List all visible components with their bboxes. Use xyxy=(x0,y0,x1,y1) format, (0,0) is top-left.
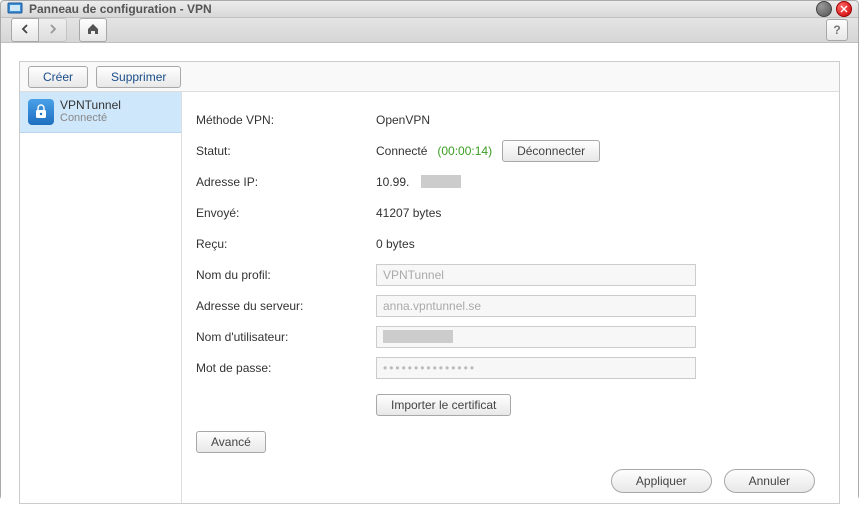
row-method: Méthode VPN: OpenVPN xyxy=(196,104,815,135)
panel-toolbar: Créer Supprimer xyxy=(20,62,839,92)
row-password: Mot de passe: xyxy=(196,352,815,383)
row-import-cert: Importer le certificat xyxy=(196,389,815,420)
window: Panneau de configuration - VPN ? xyxy=(0,0,859,500)
help-icon: ? xyxy=(833,23,840,37)
label-method: Méthode VPN: xyxy=(196,113,376,127)
input-password[interactable] xyxy=(376,357,696,379)
footer-buttons: Appliquer Annuler xyxy=(196,457,815,493)
input-profile-name[interactable] xyxy=(376,264,696,286)
label-status: Statut: xyxy=(196,144,376,158)
nav-group xyxy=(11,18,67,42)
profile-meta: VPNTunnel Connecté xyxy=(60,98,121,126)
row-ip: Adresse IP: 10.99. xyxy=(196,166,815,197)
home-icon xyxy=(86,22,100,39)
nav-toolbar: ? xyxy=(1,18,858,43)
apply-button[interactable]: Appliquer xyxy=(611,469,712,493)
row-profile-name: Nom du profil: xyxy=(196,259,815,290)
value-status: Connecté xyxy=(376,144,427,158)
label-sent: Envoyé: xyxy=(196,206,376,220)
input-server[interactable] xyxy=(376,295,696,317)
value-sent: 41207 bytes xyxy=(376,206,441,220)
input-username[interactable] xyxy=(376,326,696,348)
minimize-button[interactable] xyxy=(816,1,832,17)
value-recv: 0 bytes xyxy=(376,237,415,251)
cancel-button[interactable]: Annuler xyxy=(724,469,815,493)
home-button[interactable] xyxy=(79,18,107,42)
arrow-right-icon xyxy=(47,23,59,38)
redacted-ip xyxy=(421,175,461,188)
label-profile-name: Nom du profil: xyxy=(196,268,376,282)
close-button[interactable] xyxy=(836,1,852,17)
value-ip: 10.99. xyxy=(376,175,409,189)
redacted-username xyxy=(383,330,453,343)
app-icon xyxy=(7,1,23,17)
help-button[interactable]: ? xyxy=(826,19,848,41)
profile-status: Connecté xyxy=(60,112,121,125)
profile-item[interactable]: VPNTunnel Connecté xyxy=(20,92,181,133)
disconnect-button[interactable]: Déconnecter xyxy=(502,140,600,162)
row-status: Statut: Connecté (00:00:14) Déconnecter xyxy=(196,135,815,166)
back-button[interactable] xyxy=(11,18,39,42)
panel-body: VPNTunnel Connecté Méthode VPN: OpenVPN … xyxy=(20,92,839,503)
arrow-left-icon xyxy=(19,23,31,38)
details-pane: Méthode VPN: OpenVPN Statut: Connecté (0… xyxy=(182,92,839,503)
row-username: Nom d'utilisateur: xyxy=(196,321,815,352)
import-cert-button[interactable]: Importer le certificat xyxy=(376,394,511,416)
delete-button[interactable]: Supprimer xyxy=(96,66,181,88)
titlebar-controls xyxy=(816,1,852,17)
profile-list: VPNTunnel Connecté xyxy=(20,92,182,503)
label-server: Adresse du serveur: xyxy=(196,299,376,313)
window-title: Panneau de configuration - VPN xyxy=(29,2,816,16)
label-ip: Adresse IP: xyxy=(196,175,376,189)
label-recv: Reçu: xyxy=(196,237,376,251)
row-server: Adresse du serveur: xyxy=(196,290,815,321)
value-method: OpenVPN xyxy=(376,113,430,127)
forward-button[interactable] xyxy=(39,18,67,42)
row-sent: Envoyé: 41207 bytes xyxy=(196,197,815,228)
vpn-panel: Créer Supprimer VPNTunnel Connecté xyxy=(19,61,840,504)
label-password: Mot de passe: xyxy=(196,361,376,375)
content-area: Créer Supprimer VPNTunnel Connecté xyxy=(1,43,858,512)
row-recv: Reçu: 0 bytes xyxy=(196,228,815,259)
label-username: Nom d'utilisateur: xyxy=(196,330,376,344)
lock-icon xyxy=(28,99,54,125)
advanced-button[interactable]: Avancé xyxy=(196,431,266,453)
profile-name: VPNTunnel xyxy=(60,98,121,112)
row-advanced: Avancé xyxy=(196,426,815,457)
value-duration: (00:00:14) xyxy=(437,144,492,158)
create-button[interactable]: Créer xyxy=(28,66,88,88)
titlebar: Panneau de configuration - VPN xyxy=(1,1,858,18)
